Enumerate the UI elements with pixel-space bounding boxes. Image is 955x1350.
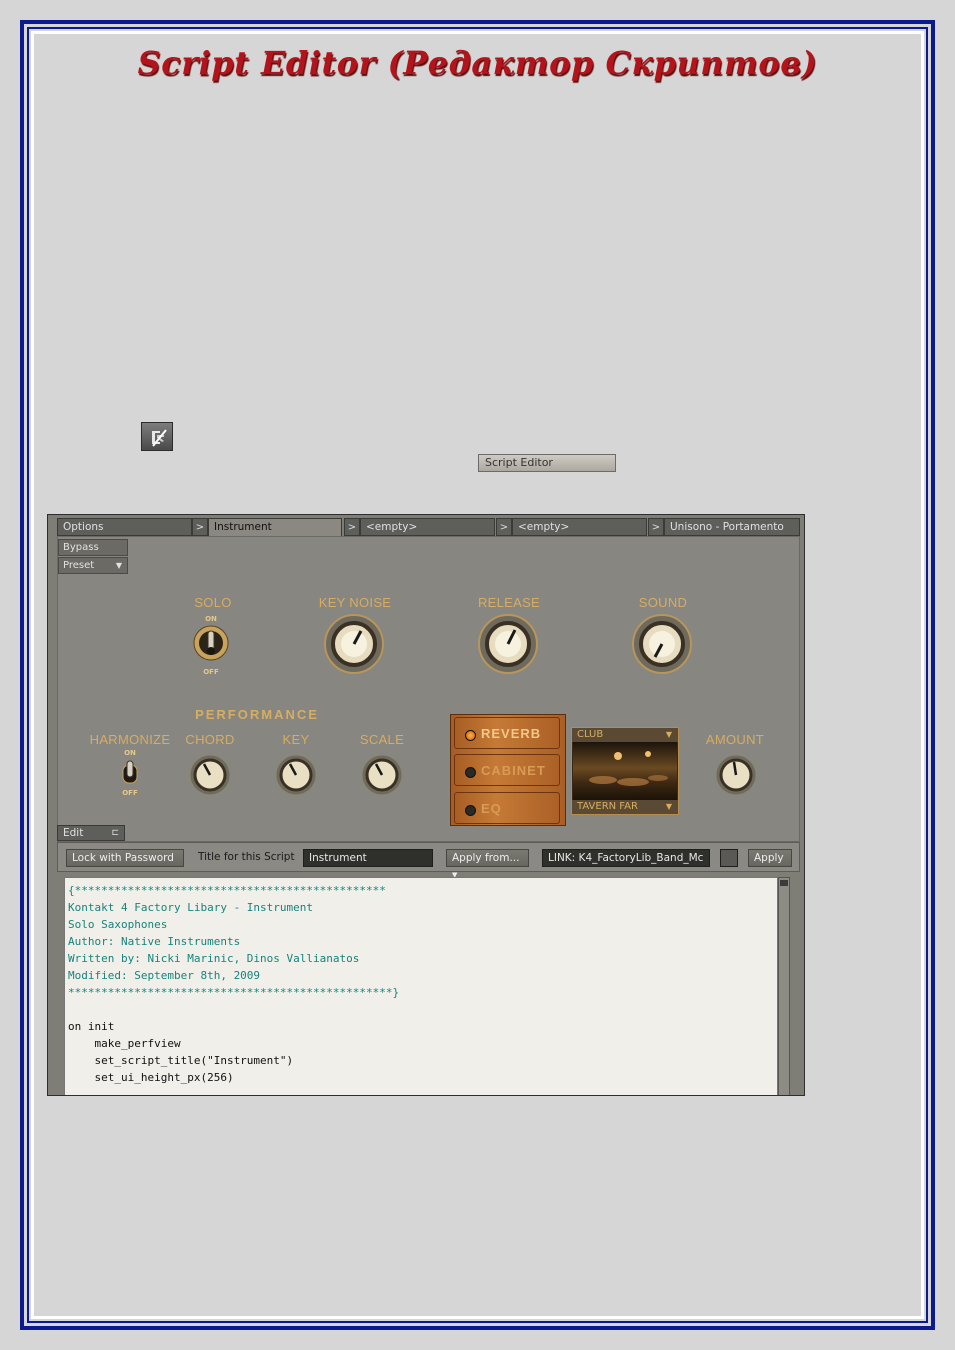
tab-options[interactable]: Options [57,518,192,536]
harmonize-switch[interactable] [120,759,140,791]
cabinet-led-icon [465,767,476,778]
tab-empty-2[interactable]: <empty> [512,518,647,536]
room-type-label: CLUB [577,729,604,740]
tab-empty-1[interactable]: <empty> [360,518,495,536]
performance-title: PERFORMANCE [195,707,319,722]
apply-from-dropdown[interactable]: Apply from... ▼ [446,849,529,879]
code-line: set_script_title("Instrument") [68,1054,294,1067]
room-preset-dropdown[interactable]: TAVERN FAR ▼ [572,800,678,814]
code-line: Solo Saxophones [68,918,168,931]
edit-tab[interactable]: Edit ⊏ [57,825,125,841]
tab-unisono-portamento[interactable]: Unisono - Portamento [664,518,800,536]
release-label: RELEASE [477,595,541,610]
code-line: Kontakt 4 Factory Libary - Instrument [68,901,314,914]
script-edit-icon[interactable] [141,422,173,451]
release-knob[interactable] [477,613,539,679]
script-title-input[interactable]: Instrument [303,849,433,867]
key-noise-knob[interactable] [323,613,385,679]
code-line: on init [68,1020,115,1033]
script-editor-button[interactable]: Script Editor [478,454,616,472]
eq-label: EQ [481,801,502,816]
link-checkbox[interactable] [720,849,738,867]
room-image [573,742,677,800]
fx-panel: REVERB CABINET EQ [450,714,566,826]
harmonize-on-label: ON [124,749,136,757]
cabinet-button[interactable]: CABINET [454,754,560,786]
code-line: ****************************************… [68,986,400,999]
preset-dropdown[interactable]: Preset ▼ [58,557,128,574]
reverb-button[interactable]: REVERB [454,717,560,749]
chevron-down-icon: ▼ [115,561,122,570]
chord-label: CHORD [185,732,235,747]
performance-view: Bypass Preset ▼ SOLO KEY NOISE RELEASE S… [57,536,800,842]
solo-on-label: ON [205,615,217,623]
key-noise-label: KEY NOISE [318,595,392,610]
script-toolbar: Lock with Password Title for this Script… [57,842,800,879]
code-line: make_perfview [68,1037,181,1050]
scale-knob[interactable] [360,753,404,801]
code-line: Modified: September 8th, 2009 [68,969,261,982]
code-line: Author: Native Instruments [68,935,241,948]
chord-knob[interactable] [188,753,232,801]
sound-label: SOUND [638,595,688,610]
page-title: Script Editor (Редактор Скриптов) [137,44,818,82]
link-field[interactable]: LINK: K4_FactoryLib_Band_Mc [542,849,710,867]
code-scrollbar[interactable] [778,877,790,1095]
tab-arrow-4[interactable]: > [648,518,664,536]
bypass-button[interactable]: Bypass [58,539,128,556]
room-type-dropdown[interactable]: CLUB ▼ [572,728,678,742]
amount-label: AMOUNT [705,732,765,747]
eq-led-icon [465,805,476,816]
solo-label: SOLO [194,595,232,610]
sound-knob[interactable] [631,613,693,679]
reverb-label: REVERB [481,726,542,741]
preset-label: Preset [63,560,95,571]
amount-knob[interactable] [714,753,758,801]
reverb-room-selector: CLUB ▼ TAVERN FAR ▼ [571,727,679,815]
solo-off-label: OFF [203,668,219,676]
apply-button[interactable]: Apply [748,849,792,867]
room-preset-label: TAVERN FAR [577,801,638,812]
title-label: Title for this Script [198,851,295,863]
script-tab-bar: Options > Instrument > <empty> > <empty>… [57,518,800,536]
chevron-down-icon: ▼ [665,802,672,811]
chevron-down-icon: ▼ [665,730,672,739]
edit-tab-label: Edit [63,827,84,839]
scrollbar-thumb[interactable] [780,880,788,886]
tab-arrow-1[interactable]: > [192,518,208,536]
tab-arrow-3[interactable]: > [496,518,512,536]
cabinet-label: CABINET [481,763,546,778]
reverb-led-icon [465,730,476,741]
kontakt-script-panel: Options > Instrument > <empty> > <empty>… [47,514,805,1096]
tab-arrow-2[interactable]: > [344,518,360,536]
code-line: Written by: Nicki Marinic, Dinos Vallian… [68,952,360,965]
key-label: KEY [282,732,310,747]
eq-button[interactable]: EQ [454,792,560,824]
code-line: set_ui_height_px(256) [68,1071,234,1084]
scale-label: SCALE [359,732,405,747]
expand-icon: ⊏ [111,828,119,838]
solo-switch[interactable] [193,623,229,667]
lock-with-password-button[interactable]: Lock with Password [66,849,184,867]
script-code-editor[interactable]: {***************************************… [64,877,778,1095]
key-knob[interactable] [274,753,318,801]
code-line: {***************************************… [68,884,386,897]
apply-from-label: Apply from... [452,852,520,864]
tab-instrument[interactable]: Instrument [208,518,342,536]
harmonize-off-label: OFF [122,789,138,797]
